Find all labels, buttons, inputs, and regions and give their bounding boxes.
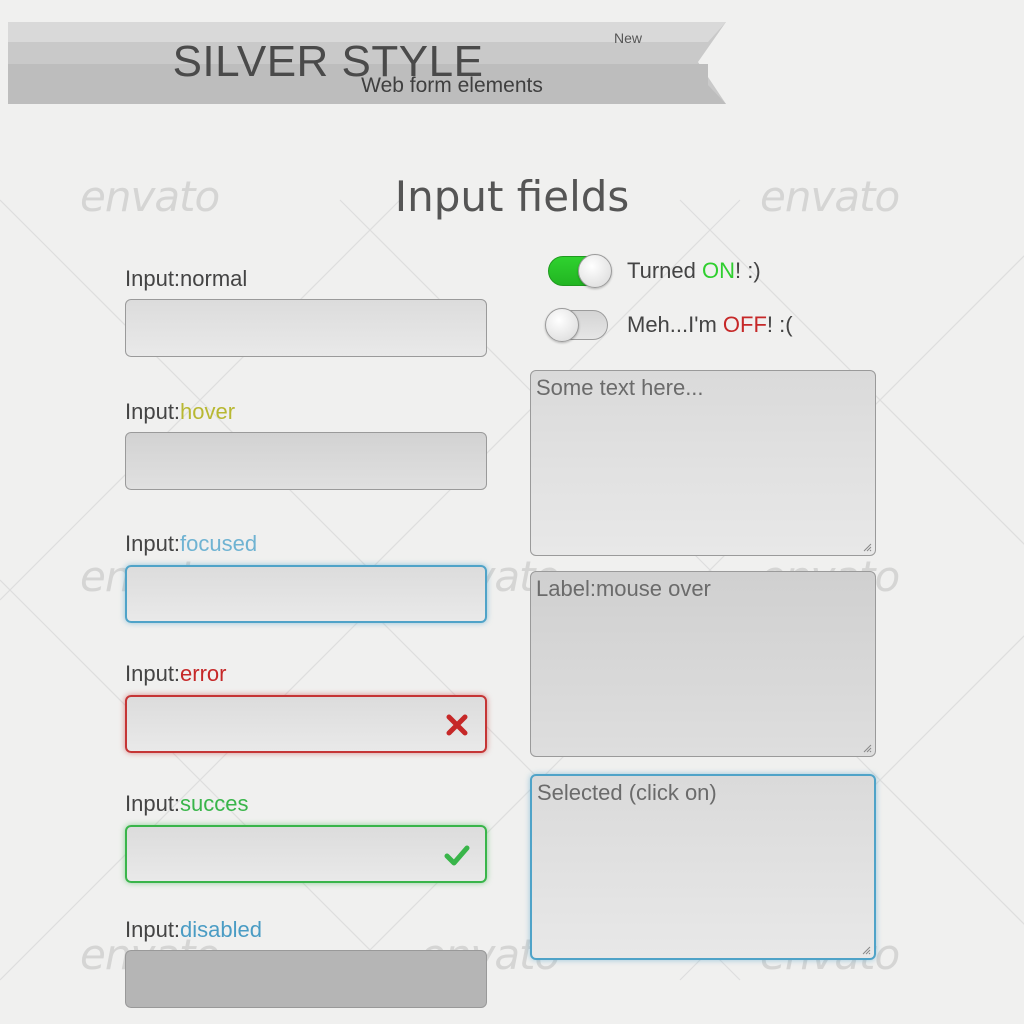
toggle-label-suffix: ! :) — [735, 258, 761, 283]
input-success[interactable] — [125, 825, 487, 883]
input-disabled — [125, 950, 487, 1008]
textarea-hover[interactable]: Label:mouse over — [530, 571, 876, 757]
input-hover[interactable] — [125, 432, 487, 490]
toggle-knob — [545, 308, 579, 342]
label-state: disabled — [180, 917, 262, 942]
textarea-placeholder: Selected (click on) — [537, 780, 717, 805]
input-normal-label: Input:normal — [125, 266, 247, 292]
input-hover-label: Input:hover — [125, 399, 235, 425]
resize-grip-icon[interactable] — [862, 542, 872, 552]
toggle-label-text: Turned — [627, 258, 703, 283]
label-prefix: Input: — [125, 399, 181, 424]
input-focused-label: Input:focused — [125, 531, 257, 557]
toggle-status-text: ON — [702, 258, 736, 283]
checkmark-icon — [444, 845, 470, 866]
toggle-status-text: OFF — [722, 312, 767, 337]
banner-subtitle: Web form elements — [361, 74, 543, 97]
input-success-label: Input:succes — [125, 791, 249, 817]
new-badge: New — [614, 30, 643, 46]
resize-grip-icon[interactable] — [861, 945, 871, 955]
input-normal[interactable] — [125, 299, 487, 357]
x-icon — [446, 714, 468, 736]
label-state: hover — [180, 399, 236, 424]
label-prefix: Input: — [125, 917, 181, 942]
section-title: Input fields — [394, 172, 630, 221]
label-prefix: Input: — [125, 531, 181, 556]
label-state: normal — [180, 266, 248, 291]
input-disabled-label: Input:disabled — [125, 917, 262, 943]
input-error-label: Input:error — [125, 661, 227, 687]
toggle-label-text: Meh...I'm — [627, 312, 723, 337]
label-prefix: Input: — [125, 791, 181, 816]
label-state: error — [180, 661, 227, 686]
toggle-off-label: Meh...I'm OFF! :( — [627, 312, 793, 338]
label-state: succes — [180, 791, 249, 816]
input-focused[interactable] — [125, 565, 487, 623]
header-banner: SILVER STYLE New Web form elements — [8, 22, 728, 106]
label-prefix: Input: — [125, 266, 181, 291]
label-prefix: Input: — [125, 661, 181, 686]
toggle-knob — [578, 254, 612, 288]
textarea-normal[interactable]: Some text here... — [530, 370, 876, 556]
toggle-label-suffix: ! :( — [766, 312, 793, 337]
textarea-selected[interactable]: Selected (click on) — [530, 774, 876, 960]
textarea-placeholder: Label:mouse over — [536, 576, 711, 601]
label-state: focused — [180, 531, 258, 556]
resize-grip-icon[interactable] — [862, 743, 872, 753]
textarea-placeholder: Some text here... — [536, 375, 704, 400]
input-error[interactable] — [125, 695, 487, 753]
toggle-on-label: Turned ON! :) — [627, 258, 761, 284]
toggle-switch-on[interactable] — [548, 254, 612, 288]
toggle-switch-off[interactable] — [545, 308, 608, 342]
